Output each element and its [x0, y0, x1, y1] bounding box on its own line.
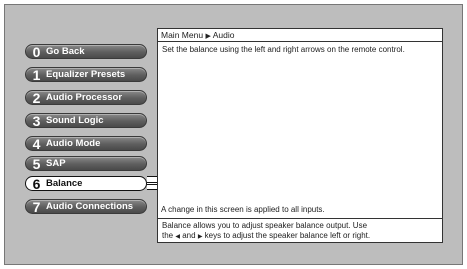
menu-item-balance[interactable]: 6 Balance	[25, 176, 147, 191]
info-panel: Main Menu ▶ Audio Set the balance using …	[157, 28, 443, 243]
help-prefix: the	[162, 231, 174, 240]
menu-item-number: 2	[32, 89, 41, 106]
help-and: and	[182, 231, 196, 240]
menu-item-label: Sound Logic	[46, 115, 104, 126]
menu-item-audio-processor[interactable]: 2 Audio Processor	[25, 90, 147, 105]
help-text: Balance allows you to adjust speaker bal…	[162, 221, 440, 242]
help-line-1: Balance allows you to adjust speaker bal…	[162, 221, 368, 230]
menu-item-sound-logic[interactable]: 3 Sound Logic	[25, 113, 147, 128]
right-arrow-icon: ▶	[197, 234, 203, 240]
menu-item-number: 3	[32, 112, 41, 129]
menu-item-number: 4	[32, 135, 41, 152]
menu-item-go-back[interactable]: 0 Go Back	[25, 44, 147, 59]
breadcrumb-current: Audio	[212, 30, 235, 40]
breadcrumb-root: Main Menu	[161, 30, 204, 40]
menu-item-number: 5	[32, 155, 41, 172]
menu-item-number: 1	[32, 66, 41, 83]
help-line-2: the ◀ and ▶ keys to adjust the speaker b…	[162, 231, 440, 242]
menu-item-label: Audio Connections	[46, 201, 134, 212]
menu-item-label: SAP	[46, 158, 66, 169]
menu-item-label: Audio Processor	[46, 92, 123, 103]
menu-item-sap[interactable]: 5 SAP	[25, 156, 147, 171]
menu-item-label: Audio Mode	[46, 138, 101, 149]
menu-item-label: Equalizer Presets	[46, 69, 126, 80]
breadcrumb: Main Menu ▶ Audio	[158, 29, 442, 42]
help-suffix: keys to adjust the speaker balance left …	[204, 231, 371, 240]
left-arrow-icon: ◀	[175, 234, 180, 240]
menu-item-number: 6	[32, 175, 41, 192]
menu-item-label: Go Back	[46, 46, 85, 57]
panel-note: A change in this screen is applied to al…	[158, 204, 442, 219]
menu-item-label: Balance	[46, 178, 83, 189]
breadcrumb-arrow-icon: ▶	[205, 33, 211, 40]
panel-description: Set the balance using the left and right…	[162, 45, 405, 54]
menu-item-number: 0	[32, 43, 41, 60]
menu-item-audio-connections[interactable]: 7 Audio Connections	[25, 199, 147, 214]
menu-item-audio-mode[interactable]: 4 Audio Mode	[25, 136, 147, 151]
menu-item-number: 7	[32, 198, 41, 215]
menu-item-equalizer-presets[interactable]: 1 Equalizer Presets	[25, 67, 147, 82]
